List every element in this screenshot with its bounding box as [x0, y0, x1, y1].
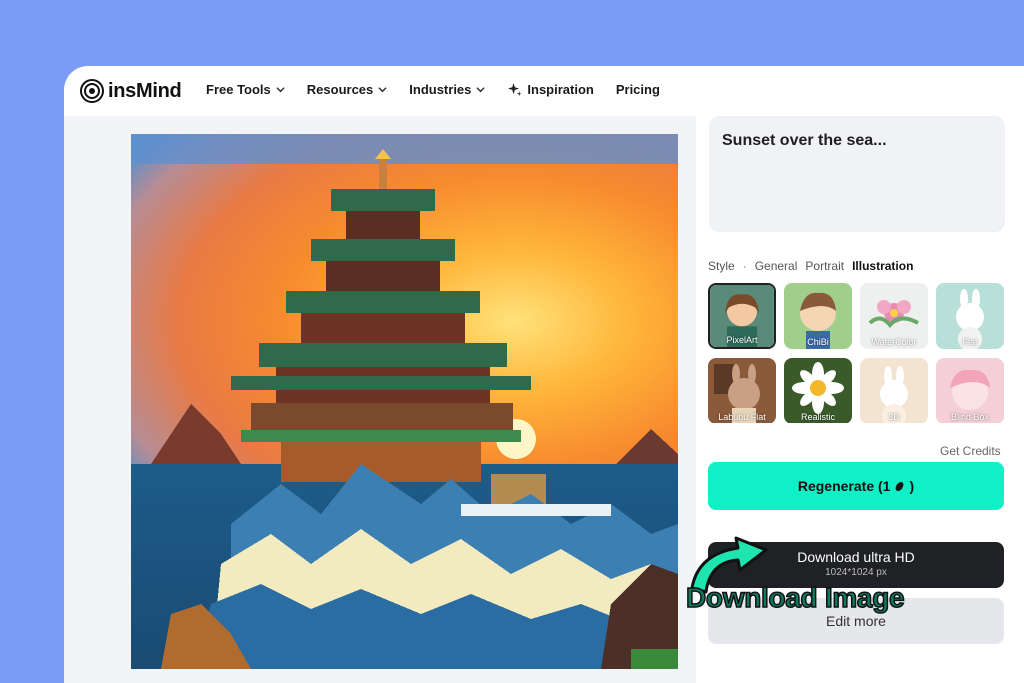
style-thumb-3d[interactable]: 3D: [860, 358, 928, 423]
style-tabs: Style · General Portrait Illustration: [708, 259, 913, 273]
credit-icon: [896, 481, 904, 491]
nav-label: Resources: [306, 82, 374, 97]
thumb-label: WaterColor: [871, 337, 917, 347]
style-label: Style: [708, 259, 735, 273]
style-separator: ·: [742, 259, 747, 273]
thumb-label: 3D: [888, 412, 900, 422]
top-navigation: insMind Free Tools Resources Industries …: [64, 66, 1024, 116]
thumb-label: Blind Box: [950, 412, 990, 422]
thumb-label: Labubu Flat: [718, 412, 766, 422]
get-credits-link[interactable]: Get Credits: [940, 444, 1001, 458]
nav-label: Industries: [409, 82, 472, 97]
main-nav: Free Tools Resources Industries Inspirat…: [206, 82, 682, 97]
style-thumb-labubu-flat[interactable]: Labubu Flat: [708, 358, 776, 423]
insmind-logo-icon: [80, 79, 104, 103]
nav-label: Free Tools: [206, 82, 271, 97]
tab-illustration[interactable]: Illustration: [852, 259, 913, 273]
regenerate-suffix: ): [909, 478, 915, 494]
regenerate-label: Regenerate (1: [797, 478, 891, 494]
tab-portrait[interactable]: Portrait: [805, 259, 844, 273]
chevron-down-icon: [476, 87, 485, 93]
nav-industries[interactable]: Industries: [409, 82, 485, 97]
generated-pixel-art-image[interactable]: [131, 134, 678, 669]
nav-label: Pricing: [615, 82, 660, 97]
tab-general[interactable]: General: [755, 259, 798, 273]
canvas-area: [64, 116, 696, 683]
regenerate-button[interactable]: Regenerate (1 ): [708, 462, 1004, 510]
style-thumb-blind-box[interactable]: Blind Box: [936, 358, 1004, 423]
style-thumb-pixelart[interactable]: PixelArt: [708, 283, 776, 349]
nav-label: Inspiration: [527, 82, 594, 97]
nav-pricing[interactable]: Pricing: [616, 82, 660, 97]
prompt-input[interactable]: Sunset over the sea...: [709, 116, 1005, 232]
prompt-text: Sunset over the sea...: [722, 132, 887, 149]
chevron-down-icon: [378, 87, 387, 93]
brand-name: insMind: [108, 79, 182, 102]
brand-logo[interactable]: insMind: [80, 79, 182, 103]
style-thumbnail-grid: PixelArt ChiBi WaterColor Flat Labubu Fl…: [708, 283, 1004, 423]
thumb-label: Realistic: [800, 412, 835, 422]
nav-resources[interactable]: Resources: [307, 82, 387, 97]
style-thumb-chibi[interactable]: ChiBi: [784, 283, 852, 349]
thumb-label: ChiBi: [807, 337, 829, 347]
thumb-label: Flat: [962, 337, 978, 347]
style-thumb-watercolor[interactable]: WaterColor: [860, 283, 928, 349]
style-thumb-realistic[interactable]: Realistic: [784, 358, 852, 423]
nav-free-tools[interactable]: Free Tools: [206, 82, 285, 97]
download-image-callout: Download Image: [685, 581, 905, 614]
chevron-down-icon: [276, 87, 285, 93]
style-thumb-flat[interactable]: Flat: [936, 283, 1004, 349]
sparkle-icon: [508, 82, 522, 97]
thumb-label: PixelArt: [726, 335, 758, 345]
nav-inspiration[interactable]: Inspiration: [507, 82, 594, 97]
